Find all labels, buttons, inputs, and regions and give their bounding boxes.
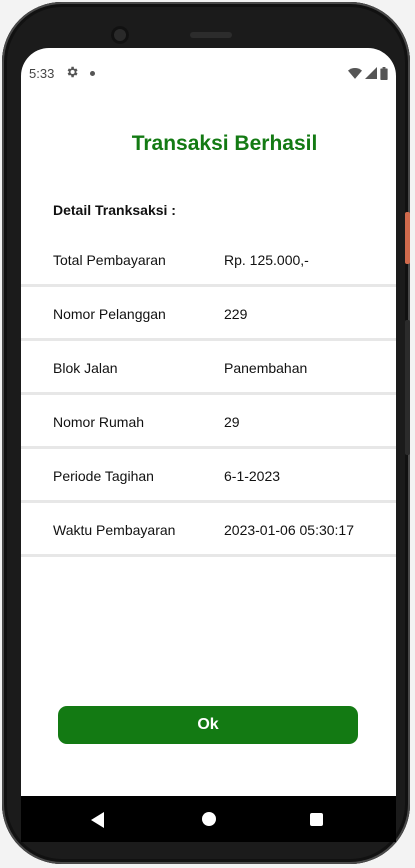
wifi-icon: [348, 67, 362, 79]
ok-button[interactable]: Ok: [58, 706, 358, 744]
status-time: 5:33: [29, 66, 55, 81]
detail-row-label: Nomor Rumah: [53, 414, 145, 430]
recent-apps-icon[interactable]: [310, 813, 323, 826]
status-icons: [348, 66, 388, 80]
detail-row-waktu-pembayaran: Waktu Pembayaran 2023-01-06 05:30:17: [21, 503, 396, 557]
detail-row-label: Periode Tagihan: [53, 468, 154, 484]
detail-row-value: 29: [224, 414, 240, 430]
detail-row-value: Rp. 125.000,-: [224, 252, 309, 268]
page-title: Transaksi Berhasil: [131, 132, 318, 155]
gear-icon: [67, 66, 78, 78]
detail-row-nomor-pelanggan: Nomor Pelanggan 229: [21, 287, 396, 341]
app-screen: 5:33 Transaksi Berhasil Detail Tranksaks…: [21, 48, 396, 796]
signal-icon: [365, 67, 377, 79]
detail-row-nomor-rumah: Nomor Rumah 29: [21, 395, 396, 449]
power-button[interactable]: [405, 212, 410, 264]
detail-row-total-pembayaran: Total Pembayaran Rp. 125.000,-: [21, 233, 396, 287]
transaction-detail-list: Total Pembayaran Rp. 125.000,- Nomor Pel…: [21, 233, 396, 557]
front-camera: [111, 26, 129, 44]
detail-row-label: Blok Jalan: [53, 360, 118, 376]
detail-row-periode-tagihan: Periode Tagihan 6-1-2023: [21, 449, 396, 503]
back-icon[interactable]: [91, 812, 104, 828]
volume-button[interactable]: [405, 320, 410, 455]
detail-row-value: 2023-01-06 05:30:17: [224, 522, 354, 538]
navigation-bar: [21, 796, 396, 842]
status-bar: 5:33: [21, 48, 396, 100]
home-icon[interactable]: [202, 812, 216, 826]
detail-heading: Detail Tranksaksi :: [53, 202, 176, 218]
detail-row-label: Nomor Pelanggan: [53, 306, 166, 322]
detail-row-value: 6-1-2023: [224, 468, 281, 484]
detail-row-value: Panembahan: [224, 360, 308, 376]
battery-icon: [380, 66, 388, 80]
earpiece-speaker: [190, 32, 232, 38]
detail-row-value: 229: [224, 306, 248, 322]
notification-dot-icon: [90, 71, 95, 76]
detail-row-label: Total Pembayaran: [53, 252, 166, 268]
detail-row-label: Waktu Pembayaran: [53, 522, 176, 538]
detail-row-blok-jalan: Blok Jalan Panembahan: [21, 341, 396, 395]
